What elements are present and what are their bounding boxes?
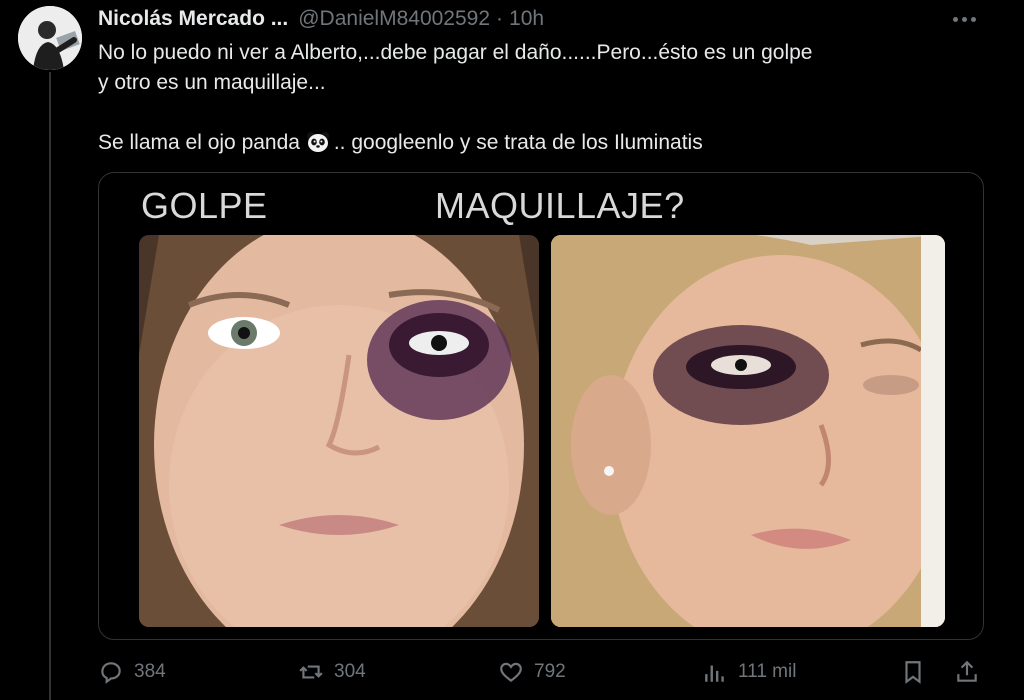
like-button[interactable]: 792 <box>498 654 566 690</box>
bookmark-button[interactable] <box>900 654 926 690</box>
label-golpe: GOLPE <box>141 185 268 226</box>
like-count: 792 <box>534 661 566 682</box>
reply-count: 384 <box>134 661 166 682</box>
share-button[interactable] <box>954 654 980 690</box>
like-icon <box>500 662 522 683</box>
repost-count: 304 <box>334 661 366 682</box>
avatar[interactable] <box>18 6 82 70</box>
tweet-text-line: No lo puedo ni ver a Alberto,...debe pag… <box>98 41 813 64</box>
author-name[interactable]: Nicolás Mercado ... <box>98 7 288 31</box>
share-icon <box>957 660 977 682</box>
bookmark-icon <box>905 661 921 684</box>
views-icon <box>705 665 724 682</box>
photo-right[interactable] <box>551 235 945 627</box>
panda-emoji-icon <box>306 132 329 152</box>
label-maquillaje: MAQUILLAJE? <box>435 185 685 226</box>
separator-dot: · <box>496 7 504 30</box>
tweet-text-line: Se llama el ojo panda .. googleenlo y se… <box>98 128 998 158</box>
tweet-text-segment: Se llama el ojo panda <box>98 131 300 154</box>
reply-icon <box>101 662 121 684</box>
views-button[interactable]: 111 mil <box>702 654 796 690</box>
views-count: 111 mil <box>738 661 797 682</box>
tweet-header: Nicolás Mercado ... @DanielM84002592 · 1… <box>98 6 544 32</box>
tweet-text-segment: .. googleenlo y se trata de los Iluminat… <box>333 131 703 154</box>
tweet-text-line: y otro es un maquillaje... <box>98 71 326 94</box>
tweet-text: No lo puedo ni ver a Alberto,...debe pag… <box>98 38 998 158</box>
avatar-image <box>18 6 82 70</box>
thread-line <box>49 72 51 700</box>
more-icon[interactable] <box>944 4 984 34</box>
reply-button[interactable]: 384 <box>98 654 166 690</box>
face-image-right <box>551 235 945 627</box>
action-bar: 384 304 792 111 mil <box>98 654 998 690</box>
repost-icon <box>299 665 323 679</box>
repost-button[interactable]: 304 <box>298 654 366 690</box>
tweet-time[interactable]: 10h <box>509 7 544 31</box>
media-card[interactable]: GOLPE MAQUILLAJE? <box>98 172 984 640</box>
face-image-left <box>139 235 539 627</box>
author-handle[interactable]: @DanielM84002592 <box>298 7 490 31</box>
photo-left[interactable] <box>139 235 539 627</box>
